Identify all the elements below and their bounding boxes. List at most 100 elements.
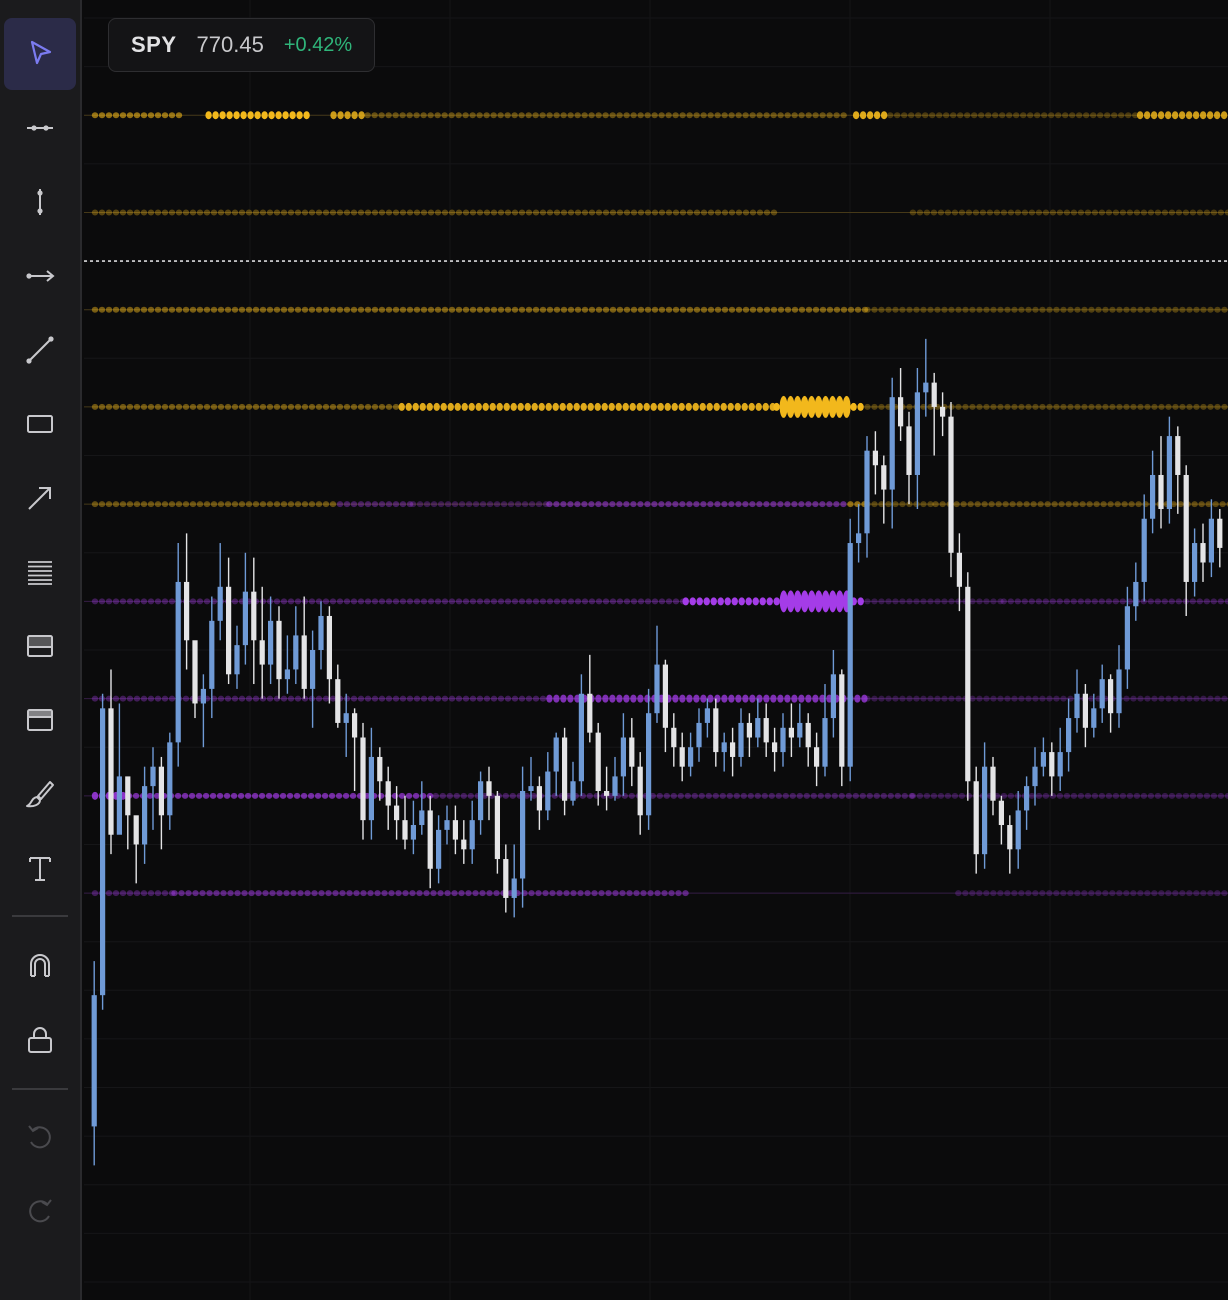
cursor-tool-button[interactable] — [4, 18, 76, 90]
order-flow-dot — [770, 694, 777, 703]
order-flow-dot — [315, 306, 323, 313]
lock-tool-button[interactable] — [4, 1004, 76, 1076]
order-flow-dot — [546, 598, 554, 605]
order-flow-dot — [1018, 695, 1025, 702]
candle-body — [662, 664, 669, 728]
order-flow-dot — [553, 306, 561, 313]
order-flow-dot — [147, 403, 155, 410]
order-flow-dot — [168, 209, 176, 216]
order-flow-dot — [476, 306, 484, 313]
order-flow-dot — [859, 111, 867, 120]
text-tool-button[interactable] — [4, 832, 76, 904]
order-flow-dot — [189, 306, 197, 313]
order-flow-dot — [857, 402, 864, 411]
order-flow-dot — [796, 792, 803, 799]
order-flow-dot — [322, 501, 330, 508]
order-flow-dot — [609, 598, 617, 605]
order-flow-dot — [1196, 792, 1204, 799]
order-flow-dot — [1100, 501, 1107, 508]
order-flow-dot — [447, 402, 454, 411]
order-flow-dot — [399, 501, 407, 508]
order-flow-dot — [1151, 695, 1158, 702]
order-flow-dot — [289, 111, 296, 120]
order-flow-dot — [899, 695, 906, 702]
order-flow-dot — [294, 501, 302, 508]
candle-body — [998, 800, 1005, 826]
order-flow-dot — [793, 590, 802, 613]
order-flow-dot — [1144, 890, 1151, 897]
order-flow-dot — [238, 403, 246, 410]
order-flow-dot — [1081, 403, 1088, 410]
order-flow-dot — [1158, 403, 1165, 410]
order-flow-dot — [105, 890, 113, 897]
order-flow-dot — [171, 890, 178, 897]
order-flow-dot — [441, 306, 449, 313]
magnet-tool-button[interactable] — [4, 930, 76, 1002]
rectangle-tool-button[interactable] — [4, 388, 76, 460]
order-flow-dot — [817, 792, 824, 799]
ticker-box[interactable]: SPY 770.45 +0.42% — [108, 18, 376, 72]
candle-body — [906, 426, 912, 475]
order-flow-dot — [518, 112, 525, 119]
order-flow-dot — [406, 209, 414, 216]
order-flow-dot — [1125, 112, 1132, 119]
order-flow-dot — [913, 598, 920, 605]
undo-tool-button[interactable] — [4, 1102, 76, 1174]
order-flow-dot — [469, 209, 477, 216]
order-flow-dot — [937, 792, 945, 799]
order-flow-dot — [835, 395, 844, 418]
order-flow-dot — [983, 695, 990, 702]
order-flow-dot — [318, 890, 325, 897]
order-flow-dot — [1186, 403, 1193, 410]
order-flow-dot — [147, 209, 155, 216]
order-flow-dot — [941, 306, 948, 313]
trend-line-tool-button[interactable] — [4, 314, 76, 386]
long-position-tool-button[interactable] — [4, 610, 76, 682]
candle-body — [259, 640, 265, 665]
order-flow-dot — [651, 501, 658, 508]
order-flow-dot — [126, 890, 134, 897]
order-flow-dot — [670, 792, 677, 799]
brush-tool-button[interactable] — [4, 758, 76, 830]
order-flow-dot — [168, 403, 176, 410]
fib-retracement-tool-button[interactable] — [4, 536, 76, 608]
short-position-tool-button[interactable] — [4, 684, 76, 756]
rectangle-icon — [27, 415, 53, 433]
order-flow-dot — [1084, 209, 1092, 216]
order-flow-dot — [1217, 209, 1225, 216]
order-flow-dot — [133, 598, 141, 605]
redo-tool-button[interactable] — [4, 1176, 76, 1248]
order-flow-dot — [710, 597, 717, 606]
order-flow-dot — [1016, 501, 1023, 508]
order-flow-dot — [626, 890, 633, 897]
order-flow-dot — [315, 209, 323, 216]
order-flow-dot — [406, 695, 414, 702]
candle-body — [435, 829, 442, 869]
price-chart[interactable] — [84, 0, 1228, 1300]
order-flow-dot — [1137, 306, 1144, 313]
order-flow-dot — [807, 590, 816, 613]
order-flow-dot — [188, 792, 196, 799]
order-flow-dot — [105, 209, 113, 216]
order-flow-dot — [699, 402, 706, 411]
order-flow-dot — [637, 209, 645, 216]
horizontal-ray-tool-button[interactable] — [4, 240, 76, 312]
order-flow-dot — [1143, 111, 1151, 120]
order-flow-dot — [460, 792, 467, 799]
order-flow-dot — [1165, 695, 1172, 702]
order-flow-dot — [154, 501, 162, 508]
arrow-tool-button[interactable] — [4, 462, 76, 534]
horizontal-line-tool-button[interactable] — [4, 92, 76, 164]
order-flow-dot — [976, 598, 983, 605]
order-flow-dot — [378, 112, 385, 119]
order-flow-dot — [661, 890, 668, 897]
order-flow-dot — [448, 209, 456, 216]
order-flow-dot — [252, 695, 260, 702]
order-flow-dot — [1006, 112, 1013, 119]
order-flow-dot — [350, 306, 358, 313]
candle-body — [746, 722, 753, 738]
vertical-line-tool-button[interactable] — [4, 166, 76, 238]
order-flow-dot — [1058, 501, 1065, 508]
order-flow-dot — [833, 501, 840, 508]
order-flow-dot — [1032, 403, 1039, 410]
